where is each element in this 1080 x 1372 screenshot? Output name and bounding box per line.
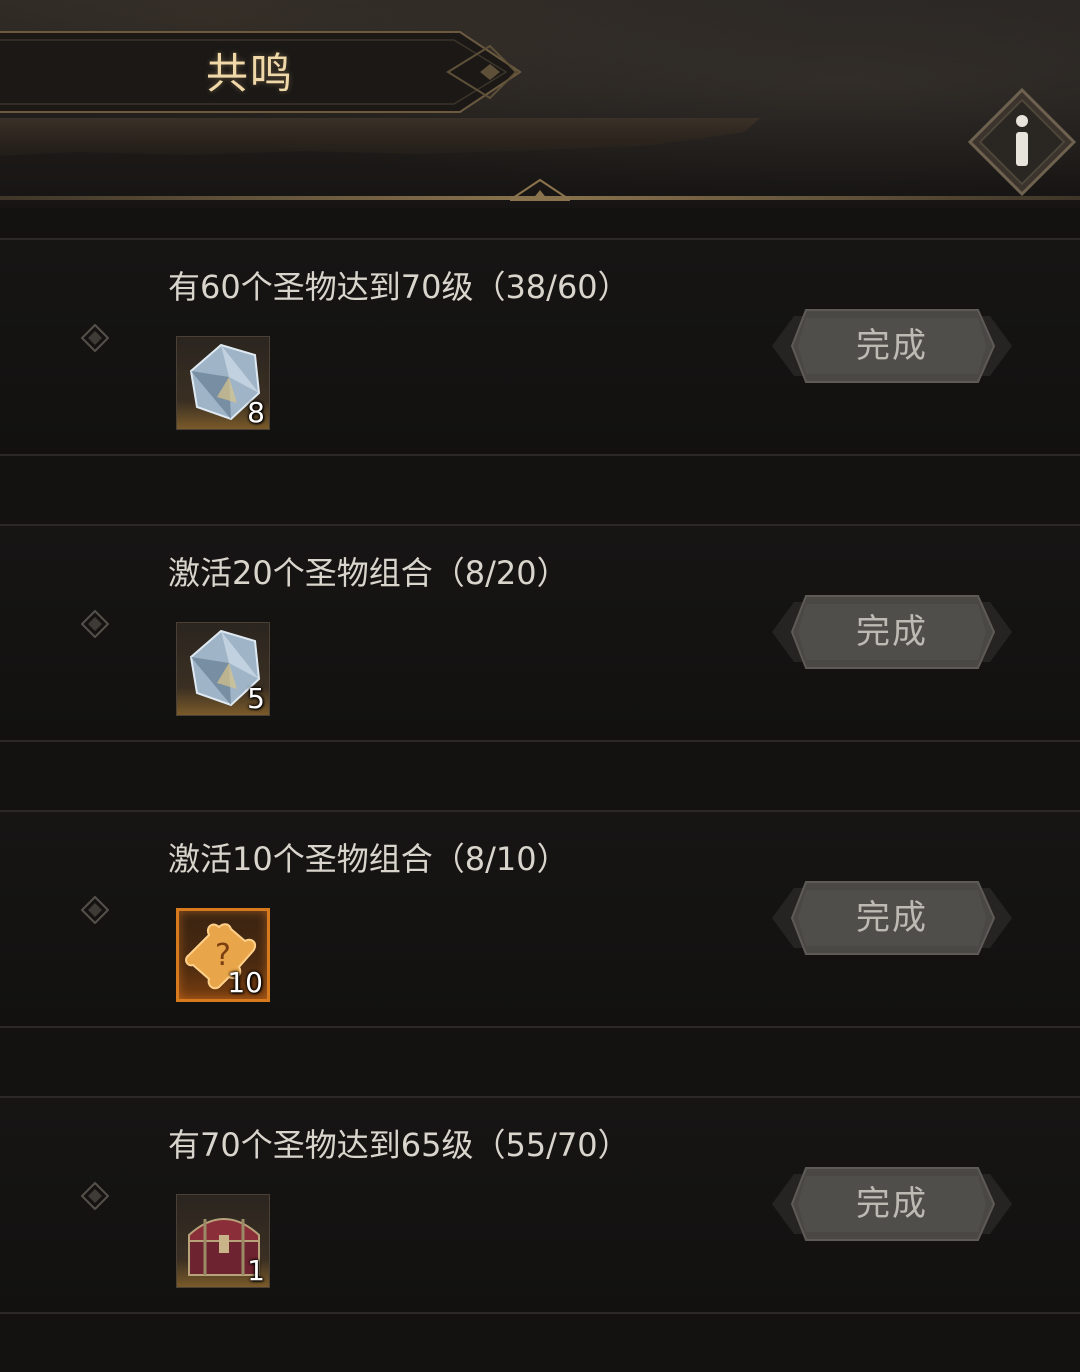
info-button[interactable] — [968, 88, 1076, 196]
quest-title: 激活10个圣物组合（8/10） — [168, 840, 569, 878]
quest-title: 激活20个圣物组合（8/20） — [168, 554, 569, 592]
complete-button[interactable]: 完成 — [772, 306, 1012, 386]
complete-button-label: 完成 — [856, 612, 928, 652]
diamond-bullet-icon — [81, 610, 109, 638]
page-title: 共鸣 — [206, 49, 295, 98]
quest-title: 有60个圣物达到70级（38/60） — [168, 268, 630, 306]
reward-count: 10 — [227, 966, 263, 999]
diamond-bullet-icon — [81, 324, 109, 352]
reward-count: 5 — [247, 682, 265, 715]
quest-list: 有60个圣物达到70级（38/60） 8 完成 激活20个圣物组合（8/20） — [0, 210, 1080, 1372]
complete-button-label: 完成 — [856, 898, 928, 938]
quest-item: 有60个圣物达到70级（38/60） 8 完成 — [0, 238, 1080, 456]
reward-item[interactable]: ? 10 — [176, 908, 270, 1002]
header-bar: 共鸣 — [0, 0, 1080, 208]
quest-item: 激活20个圣物组合（8/20） 5 完成 — [0, 524, 1080, 742]
complete-button-label: 完成 — [856, 1184, 928, 1224]
complete-button[interactable]: 完成 — [772, 878, 1012, 958]
complete-button[interactable]: 完成 — [772, 592, 1012, 672]
quest-item: 激活10个圣物组合（8/10） ? 10 完成 — [0, 810, 1080, 1028]
reward-item[interactable]: 1 — [176, 1194, 270, 1288]
reward-count: 8 — [247, 396, 265, 429]
header-divider — [0, 196, 1080, 200]
complete-button-label: 完成 — [856, 326, 928, 366]
diamond-bullet-icon — [81, 896, 109, 924]
reward-count: 1 — [247, 1254, 265, 1287]
reward-item[interactable]: 5 — [176, 622, 270, 716]
diamond-bullet-icon — [81, 1182, 109, 1210]
info-icon — [968, 88, 1076, 196]
quest-title: 有70个圣物达到65级（55/70） — [168, 1126, 630, 1164]
reward-item[interactable]: 8 — [176, 336, 270, 430]
complete-button[interactable]: 完成 — [772, 1164, 1012, 1244]
quest-item: 有70个圣物达到65级（55/70） 1 完成 — [0, 1096, 1080, 1314]
